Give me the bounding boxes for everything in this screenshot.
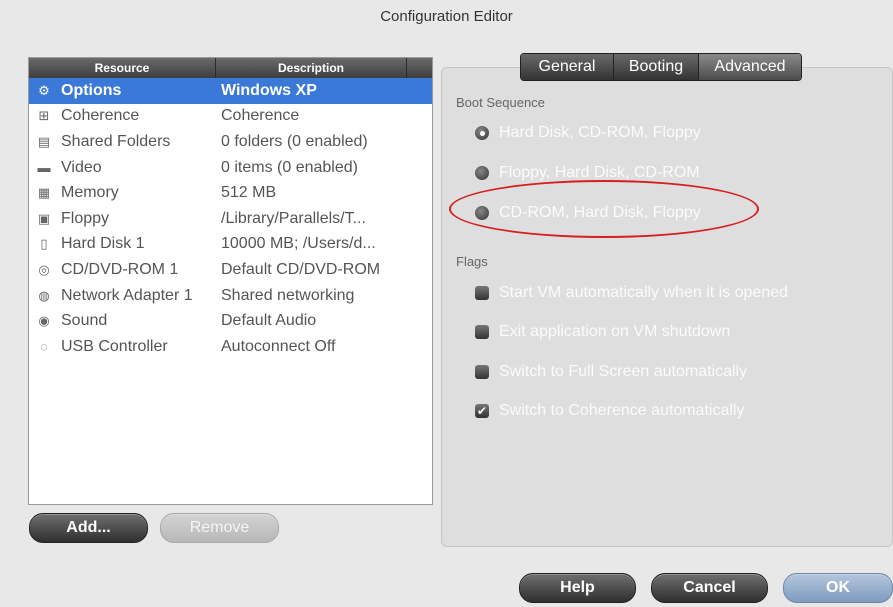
radio-button[interactable] <box>475 126 489 140</box>
checkbox[interactable] <box>475 325 489 339</box>
list-item[interactable]: ◉ Sound Default Audio <box>29 308 432 334</box>
tab-booting[interactable]: Booting <box>614 54 699 80</box>
flag-full-screen[interactable]: Switch to Full Screen automatically <box>475 363 747 381</box>
window-title: Configuration Editor <box>380 8 513 25</box>
flag-label: Start VM automatically when it is opened <box>499 284 789 301</box>
resource-name: Memory <box>61 184 119 202</box>
resource-description: Default CD/DVD-ROM <box>221 260 381 278</box>
tab-general[interactable]: General <box>521 54 614 80</box>
description-column-header[interactable]: Description <box>216 58 407 78</box>
checkbox[interactable] <box>475 365 489 379</box>
tab-advanced[interactable]: Advanced <box>699 54 801 80</box>
resource-name: Coherence <box>61 107 140 125</box>
resource-description: 10000 MB; /Users/d... <box>221 235 376 253</box>
resource-name: Floppy <box>61 209 110 227</box>
resource-description: Default Audio <box>221 312 317 330</box>
monitor-icon: ▬ <box>37 160 51 176</box>
resource-name: Options <box>61 81 122 99</box>
radio-button[interactable] <box>475 166 489 180</box>
boot-option-label: Hard Disk, CD-ROM, Floppy <box>499 124 701 141</box>
ok-button[interactable]: OK <box>783 573 893 603</box>
boot-option-hdd-cd-floppy[interactable]: Hard Disk, CD-ROM, Floppy <box>475 124 701 142</box>
resource-column-header[interactable]: Resource <box>29 58 216 78</box>
flag-exit-on-shutdown[interactable]: Exit application on VM shutdown <box>475 323 730 341</box>
resource-description: 0 items (0 enabled) <box>221 158 358 176</box>
tab-bar: General Booting Advanced <box>520 53 802 81</box>
resource-description: 0 folders (0 enabled) <box>221 132 368 150</box>
resource-description: 512 MB <box>221 184 277 202</box>
flag-start-vm[interactable]: Start VM automatically when it is opened <box>475 284 788 302</box>
flags-label: Flags <box>456 254 488 269</box>
memory-icon: ▦ <box>37 185 51 201</box>
usb-icon: ◌ <box>40 339 48 355</box>
add-button[interactable]: Add... <box>29 513 148 543</box>
list-header: Resource Description <box>29 58 432 78</box>
cd-icon: ◎ <box>38 261 50 277</box>
hard-disk-icon: ▯ <box>40 236 48 252</box>
resource-description: Windows XP <box>221 81 317 99</box>
flag-label: Switch to Coherence automatically <box>499 402 745 419</box>
sound-icon: ◉ <box>38 313 50 329</box>
resource-name: USB Controller <box>61 337 168 355</box>
resource-description: Autoconnect Off <box>221 337 336 355</box>
list-item[interactable]: ◌ USB Controller Autoconnect Off <box>29 334 432 360</box>
resource-list[interactable]: Resource Description ⚙ Options Windows XP… <box>28 57 433 505</box>
list-item[interactable]: ▣ Floppy /Library/Parallels/T... <box>29 206 432 232</box>
resource-name: Sound <box>61 312 108 330</box>
flag-label: Exit application on VM shutdown <box>499 323 731 340</box>
resource-description: Shared networking <box>221 286 355 304</box>
resource-rows: ⚙ Options Windows XP ⊞ Coherence Coherence… <box>29 78 432 360</box>
column-header-filler <box>407 58 432 78</box>
list-item[interactable]: ▬ Video 0 items (0 enabled) <box>29 155 432 181</box>
list-item[interactable]: ⊞ Coherence Coherence <box>29 104 432 130</box>
floppy-icon: ▣ <box>37 210 51 226</box>
radio-selected-dot <box>479 130 485 136</box>
resource-name: Hard Disk 1 <box>61 235 145 253</box>
list-item[interactable]: ⚙ Options Windows XP <box>29 78 432 104</box>
list-item[interactable]: ▯ Hard Disk 1 10000 MB; /Users/d... <box>29 232 432 258</box>
coherence-icon: ⊞ <box>38 108 50 124</box>
list-item[interactable]: ▦ Memory 512 MB <box>29 180 432 206</box>
resource-name: Video <box>61 158 102 176</box>
resource-name: CD/DVD-ROM 1 <box>61 260 179 278</box>
list-item[interactable]: ▤ Shared Folders 0 folders (0 enabled) <box>29 129 432 155</box>
checkbox[interactable] <box>475 286 489 300</box>
resource-name: Shared Folders <box>61 132 171 150</box>
help-button[interactable]: Help <box>519 573 636 603</box>
checkbox[interactable]: ✔ <box>475 404 489 418</box>
resource-name: Network Adapter 1 <box>61 286 193 304</box>
resource-description: Coherence <box>221 107 300 125</box>
network-icon: ◍ <box>38 287 50 303</box>
list-item[interactable]: ◎ CD/DVD-ROM 1 Default CD/DVD-ROM <box>29 257 432 283</box>
boot-sequence-label: Boot Sequence <box>456 95 545 110</box>
remove-button[interactable]: Remove <box>160 513 279 543</box>
highlight-ellipse <box>449 180 759 238</box>
shared-folder-icon: ▤ <box>37 133 51 149</box>
gear-icon: ⚙ <box>38 82 50 98</box>
resource-description: /Library/Parallels/T... <box>221 209 366 227</box>
flag-label: Switch to Full Screen automatically <box>499 363 748 380</box>
list-item[interactable]: ◍ Network Adapter 1 Shared networking <box>29 283 432 309</box>
cancel-button[interactable]: Cancel <box>651 573 768 603</box>
flag-coherence[interactable]: ✔ Switch to Coherence automatically <box>475 402 744 420</box>
checkmark-icon: ✔ <box>476 404 488 418</box>
